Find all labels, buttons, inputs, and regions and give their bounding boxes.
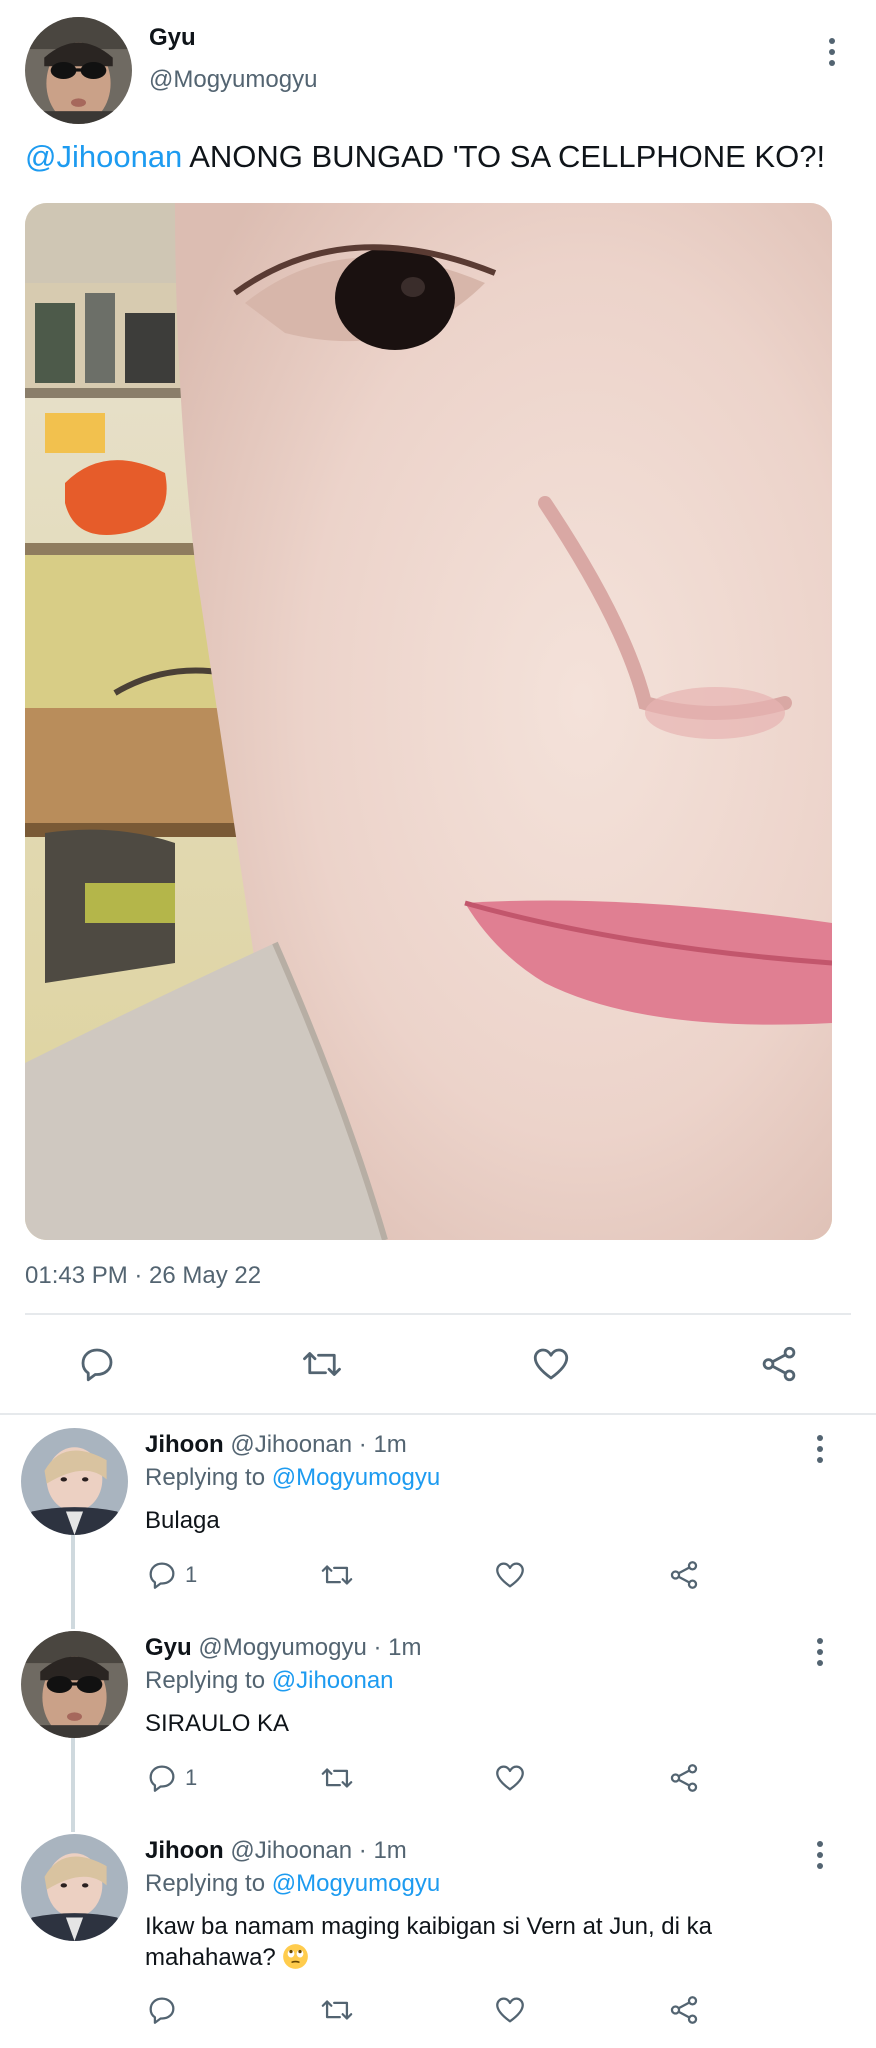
replying-to-link[interactable]: @Jihoonan xyxy=(272,1667,394,1694)
replying-to-label: Replying to xyxy=(145,1667,266,1694)
retweet-icon xyxy=(321,1768,353,1788)
replying-to-label: Replying to xyxy=(145,1464,266,1491)
reply-icon xyxy=(149,1562,175,1589)
replying-to-link[interactable]: @Mogyumogyu xyxy=(272,1870,440,1897)
reply-handle-time: @Jihoonan · 1m xyxy=(230,1837,407,1864)
more-options-icon[interactable] xyxy=(808,1837,832,1873)
divider xyxy=(25,1313,851,1315)
share-button[interactable] xyxy=(667,1761,701,1795)
retweet-button[interactable] xyxy=(318,1761,356,1795)
thread-line xyxy=(71,1738,75,1832)
reply-header: Jihoon @Jihoonan · 1m xyxy=(145,1431,407,1459)
replying-to: Replying to @Mogyumogyu xyxy=(145,1870,440,1898)
reply-handle-time: @Jihoonan · 1m xyxy=(230,1431,407,1458)
more-options-icon[interactable] xyxy=(820,34,844,70)
author-handle[interactable]: @Mogyumogyu xyxy=(149,66,317,94)
author-avatar[interactable] xyxy=(25,17,132,124)
reply-count: 1 xyxy=(185,1562,198,1587)
reply-avatar[interactable] xyxy=(21,1428,128,1535)
share-button[interactable] xyxy=(758,1343,800,1385)
reply-text: SIRAULO KA xyxy=(145,1710,290,1737)
reply-count: 1 xyxy=(185,1765,198,1790)
reply-icon xyxy=(149,1997,175,2024)
thread-line xyxy=(71,1535,75,1629)
reply-text-container: Ikaw ba namam maging kaibigan si Vern at… xyxy=(145,1911,785,1973)
reply-header: Jihoon @Jihoonan · 1m xyxy=(145,1837,407,1865)
like-button[interactable] xyxy=(493,1761,527,1795)
tweet-photo[interactable] xyxy=(25,203,832,1240)
divider xyxy=(0,1413,876,1415)
tweet-body: ANONG BUNGAD 'TO SA CELLPHONE KO?! xyxy=(189,139,826,174)
retweet-button[interactable] xyxy=(299,1343,345,1385)
replying-to-link[interactable]: @Mogyumogyu xyxy=(272,1464,440,1491)
retweet-icon xyxy=(321,2000,353,2020)
heart-icon xyxy=(496,1562,524,1588)
retweet-button[interactable] xyxy=(318,1558,356,1592)
reply-button[interactable] xyxy=(76,1343,118,1385)
heart-icon xyxy=(496,1997,524,2023)
share-icon xyxy=(670,1561,698,1589)
reply-text: Bulaga xyxy=(145,1507,220,1534)
author-name[interactable]: Gyu xyxy=(149,24,196,52)
eye-roll-emoji-icon xyxy=(283,1944,309,1969)
like-button[interactable] xyxy=(530,1343,572,1385)
tweet-text: @Jihoonan ANONG BUNGAD 'TO SA CELLPHONE … xyxy=(25,139,825,175)
replying-to: Replying to @Mogyumogyu xyxy=(145,1464,440,1492)
heart-icon xyxy=(533,1348,569,1380)
reply-avatar[interactable] xyxy=(21,1631,128,1738)
share-icon xyxy=(670,1996,698,2024)
share-button[interactable] xyxy=(667,1558,701,1592)
retweet-button[interactable] xyxy=(318,1993,356,2027)
share-button[interactable] xyxy=(667,1993,701,2027)
reply-author-name[interactable]: Jihoon xyxy=(145,1431,224,1458)
reply-icon xyxy=(81,1348,113,1382)
more-options-icon[interactable] xyxy=(808,1431,832,1467)
reply-text: Ikaw ba namam maging kaibigan si Vern at… xyxy=(145,1913,712,1971)
reply-button[interactable]: 1 xyxy=(145,1558,197,1592)
like-button[interactable] xyxy=(493,1993,527,2027)
reply-header: Gyu @Mogyumogyu · 1m xyxy=(145,1634,421,1662)
heart-icon xyxy=(496,1765,524,1791)
reply-avatar[interactable] xyxy=(21,1834,128,1941)
reply-author-name[interactable]: Gyu xyxy=(145,1634,192,1661)
replying-to: Replying to @Jihoonan xyxy=(145,1667,394,1695)
share-icon xyxy=(670,1764,698,1792)
reply-handle-time: @Mogyumogyu · 1m xyxy=(198,1634,422,1661)
reply-icon xyxy=(149,1765,175,1792)
reply-button[interactable]: 1 xyxy=(145,1761,197,1795)
more-options-icon[interactable] xyxy=(808,1634,832,1670)
share-icon xyxy=(762,1346,796,1382)
like-button[interactable] xyxy=(493,1558,527,1592)
retweet-icon xyxy=(303,1352,341,1376)
retweet-icon xyxy=(321,1565,353,1585)
tweet-mention-link[interactable]: @Jihoonan xyxy=(25,139,182,174)
reply-button[interactable] xyxy=(145,1993,179,2027)
replying-to-label: Replying to xyxy=(145,1870,266,1897)
reply-author-name[interactable]: Jihoon xyxy=(145,1837,224,1864)
tweet-timestamp[interactable]: 01:43 PM · 26 May 22 xyxy=(25,1262,261,1290)
